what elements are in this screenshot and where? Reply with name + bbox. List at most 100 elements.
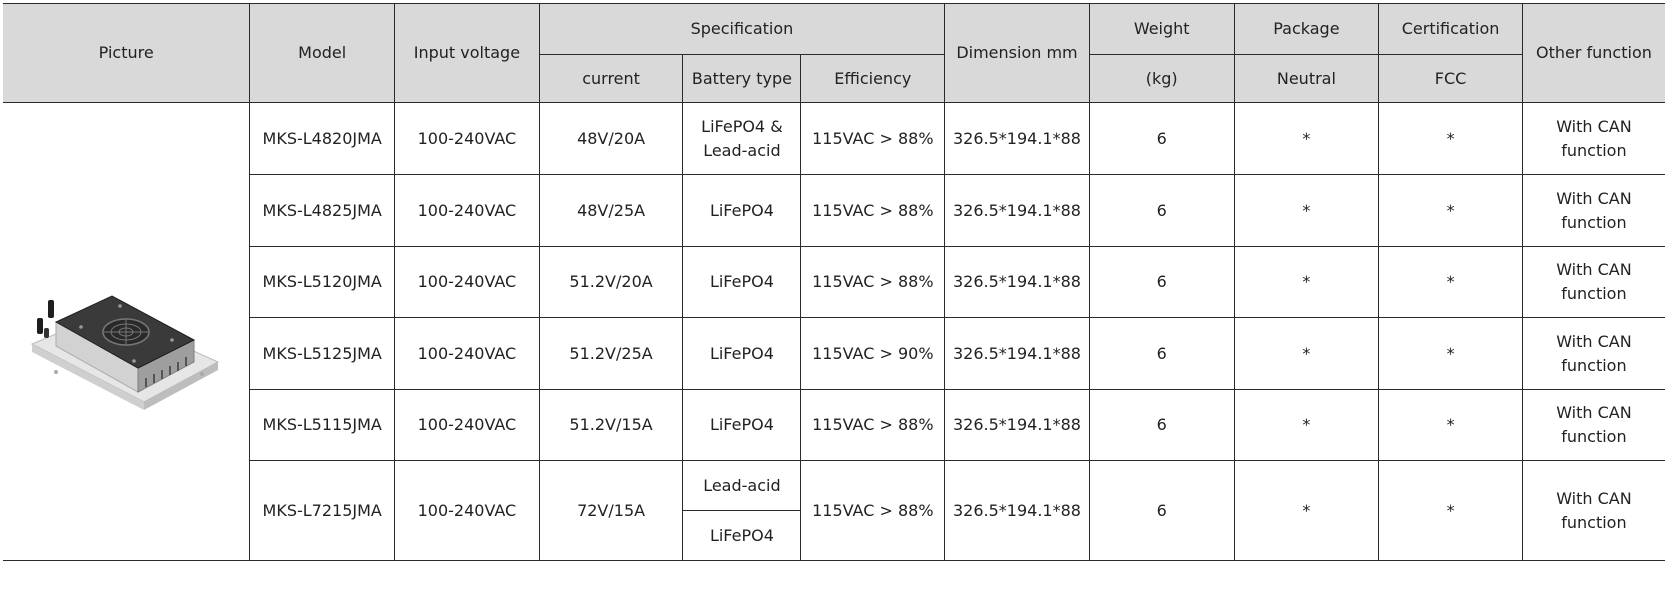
row-5-efficiency: 115VAC > 88% xyxy=(800,389,946,461)
table-row: MKS-L5125JMA 100-240VAC 51.2V/25A LiFePO… xyxy=(3,317,1665,390)
header-picture: Picture xyxy=(3,3,251,103)
row-6-package: * xyxy=(1233,460,1380,561)
row-3-other-line-2: function xyxy=(1561,284,1627,303)
row-2-certification: * xyxy=(1378,174,1523,247)
row-1-other: With CAN function xyxy=(1521,102,1665,175)
row-3-input: 100-240VAC xyxy=(394,246,540,318)
row-1-weight: 6 xyxy=(1088,102,1235,175)
row-5-other-line-2: function xyxy=(1561,427,1627,446)
table-row: MKS-L4820JMA 100-240VAC 48V/20A LiFePO4 … xyxy=(3,102,1665,561)
table-row: MKS-L4825JMA 100-240VAC 48V/25A LiFePO4 … xyxy=(3,174,1665,247)
row-4-current: 51.2V/25A xyxy=(538,317,684,390)
row-4-model: MKS-L5125JMA xyxy=(249,317,396,390)
row-4-certification: * xyxy=(1378,317,1523,390)
row-2-other: With CAN function xyxy=(1521,174,1665,247)
row-4-input: 100-240VAC xyxy=(394,317,540,390)
product-picture-cell xyxy=(3,102,251,561)
row-6-dimension: 326.5*194.1*88 xyxy=(944,460,1090,561)
row-1-other-line-1: With CAN xyxy=(1556,116,1632,136)
row-1-model: MKS-L4820JMA xyxy=(249,102,396,175)
row-4-other-line-1: With CAN xyxy=(1556,331,1632,351)
row-4-battery: LiFePO4 xyxy=(682,317,802,390)
table-row: MKS-L5115JMA 100-240VAC 51.2V/15A LiFePO… xyxy=(3,389,1665,461)
row-1-battery: LiFePO4 & Lead-acid xyxy=(682,102,802,175)
header-package: Package xyxy=(1233,3,1380,55)
header-battery-type: Battery type xyxy=(682,54,802,103)
header-dimension: Dimension mm xyxy=(944,3,1090,103)
row-1-package: * xyxy=(1233,102,1380,175)
header-weight-unit: (kg) xyxy=(1088,54,1235,103)
table-row: MKS-L5120JMA 100-240VAC 51.2V/20A LiFePO… xyxy=(3,246,1665,318)
row-5-certification: * xyxy=(1378,389,1523,461)
header-input-voltage: Input voltage xyxy=(394,3,540,103)
row-2-efficiency: 115VAC > 88% xyxy=(800,174,946,247)
row-3-package: * xyxy=(1233,246,1380,318)
row-6-battery-a: Lead-acid xyxy=(682,460,802,511)
row-1-battery-line-2: Lead-acid xyxy=(703,140,781,160)
row-2-model: MKS-L4825JMA xyxy=(249,174,396,247)
row-5-model: MKS-L5115JMA xyxy=(249,389,396,461)
row-1-current: 48V/20A xyxy=(538,102,684,175)
row-5-other-line-1: With CAN xyxy=(1556,403,1632,422)
row-2-weight: 6 xyxy=(1088,174,1235,247)
row-3-current: 51.2V/20A xyxy=(538,246,684,318)
row-5-dimension: 326.5*194.1*88 xyxy=(944,389,1090,461)
row-2-dimension: 326.5*194.1*88 xyxy=(944,174,1090,247)
row-6-other-line-1: With CAN xyxy=(1556,488,1632,508)
row-3-dimension: 326.5*194.1*88 xyxy=(944,246,1090,318)
header-certification: Certification xyxy=(1378,3,1523,55)
row-2-other-line-1: With CAN xyxy=(1556,188,1632,208)
row-6-other-line-2: function xyxy=(1561,512,1627,532)
row-3-other-line-1: With CAN xyxy=(1556,260,1632,279)
header-weight: Weight xyxy=(1088,3,1235,55)
row-5-input: 100-240VAC xyxy=(394,389,540,461)
row-2-package: * xyxy=(1233,174,1380,247)
row-4-other-line-2: function xyxy=(1561,355,1627,375)
row-2-current: 48V/25A xyxy=(538,174,684,247)
row-4-dimension: 326.5*194.1*88 xyxy=(944,317,1090,390)
row-1-battery-line-1: LiFePO4 & xyxy=(701,116,783,136)
row-6-battery-b: LiFePO4 xyxy=(682,510,802,561)
row-1-efficiency: 115VAC > 88% xyxy=(800,102,946,175)
header-package-sub: Neutral xyxy=(1233,54,1380,103)
row-5-current: 51.2V/15A xyxy=(538,389,684,461)
row-4-package: * xyxy=(1233,317,1380,390)
row-3-other: With CAN function xyxy=(1521,246,1665,318)
row-6-weight: 6 xyxy=(1088,460,1235,561)
row-2-input: 100-240VAC xyxy=(394,174,540,247)
spec-table: Picture Model Input voltage Specificatio… xyxy=(3,3,1665,561)
row-5-weight: 6 xyxy=(1088,389,1235,461)
row-3-battery: LiFePO4 xyxy=(682,246,802,318)
row-1-dimension: 326.5*194.1*88 xyxy=(944,102,1090,175)
row-5-package: * xyxy=(1233,389,1380,461)
row-6-other: With CAN function xyxy=(1521,460,1665,561)
row-4-weight: 6 xyxy=(1088,317,1235,390)
row-4-efficiency: 115VAC > 90% xyxy=(800,317,946,390)
row-4-other: With CAN function xyxy=(1521,317,1665,390)
header-row-1: Picture Model Input voltage Specificatio… xyxy=(3,3,1665,103)
header-efficiency: Efficiency xyxy=(800,54,946,103)
row-3-model: MKS-L5120JMA xyxy=(249,246,396,318)
row-6-input: 100-240VAC xyxy=(394,460,540,561)
header-current: current xyxy=(538,54,684,103)
row-3-efficiency: 115VAC > 88% xyxy=(800,246,946,318)
row-5-other: With CAN function xyxy=(1521,389,1665,461)
row-1-input: 100-240VAC xyxy=(394,102,540,175)
row-3-certification: * xyxy=(1378,246,1523,318)
row-6-current: 72V/15A xyxy=(538,460,684,561)
row-6-efficiency: 115VAC > 88% xyxy=(800,460,946,561)
row-2-battery: LiFePO4 xyxy=(682,174,802,247)
row-5-battery: LiFePO4 xyxy=(682,389,802,461)
header-specification: Specification xyxy=(538,3,946,55)
row-1-other-line-2: function xyxy=(1561,140,1627,160)
row-2-other-line-2: function xyxy=(1561,212,1627,232)
charger-product-image xyxy=(30,295,220,410)
header-model: Model xyxy=(249,3,396,103)
row-3-weight: 6 xyxy=(1088,246,1235,318)
header-other-function: Other function xyxy=(1521,3,1665,103)
header-certification-sub: FCC xyxy=(1378,54,1523,103)
row-6-certification: * xyxy=(1378,460,1523,561)
row-1-certification: * xyxy=(1378,102,1523,175)
row-6-model: MKS-L7215JMA xyxy=(249,460,396,561)
table-row: MKS-L7215JMA 100-240VAC 72V/15A Lead-aci… xyxy=(3,460,1665,561)
